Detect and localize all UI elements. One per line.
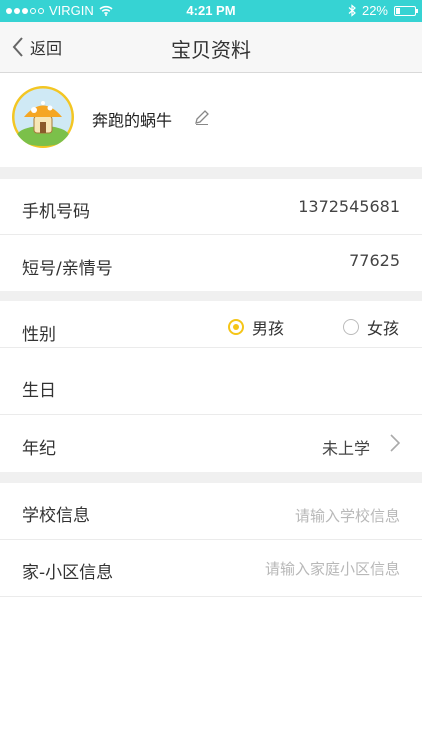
gender-option-boy[interactable]: 男孩 [228, 315, 284, 339]
gender-label: 性别 [22, 325, 56, 345]
community-input[interactable]: 请输入家庭小区信息 [265, 558, 400, 579]
avatar[interactable] [12, 86, 74, 148]
nickname: 奔跑的蜗牛 [92, 111, 173, 130]
gender-row: 性别 男孩 女孩 [0, 301, 422, 348]
section-divider [0, 472, 422, 483]
gender-option-label: 女孩 [367, 319, 400, 338]
status-right: 22% [348, 3, 418, 18]
battery-icon [394, 5, 418, 16]
birthday-row[interactable]: 生日 [0, 348, 422, 415]
gender-option-label: 男孩 [252, 319, 285, 338]
battery-percent: 22% [361, 3, 388, 18]
school-label: 学校信息 [22, 506, 90, 526]
gender-option-girl[interactable]: 女孩 [343, 315, 399, 339]
birthday-label: 生日 [22, 381, 56, 401]
section-divider [0, 291, 422, 301]
profile-header: 奔跑的蜗牛 [0, 73, 422, 167]
section-divider [0, 167, 422, 179]
grade-label: 年纪 [22, 439, 56, 459]
short-number-row[interactable]: 短号/亲情号 77625 [0, 235, 422, 291]
school-row[interactable]: 学校信息 请输入学校信息 [0, 483, 422, 540]
short-number-value: 77625 [349, 251, 400, 270]
radio-selected-icon [228, 319, 244, 335]
status-bar: VIRGIN 4:21 PM 22% [0, 0, 422, 22]
phone-label: 手机号码 [22, 202, 90, 222]
phone-value: 1372545681 [298, 197, 400, 216]
grade-row[interactable]: 年纪 未上学 [0, 415, 422, 472]
community-row[interactable]: 家-小区信息 请输入家庭小区信息 [0, 540, 422, 597]
chevron-right-icon [390, 434, 400, 452]
page-title: 宝贝资料 [171, 38, 251, 62]
community-label: 家-小区信息 [22, 563, 114, 583]
radio-unselected-icon [343, 319, 359, 335]
bluetooth-icon [348, 4, 356, 17]
pencil-icon[interactable] [193, 108, 211, 126]
school-input[interactable]: 请输入学校信息 [295, 505, 400, 526]
grade-value: 未上学 [321, 439, 370, 458]
nav-bar: 返回 宝贝资料 [0, 22, 422, 73]
short-number-label: 短号/亲情号 [22, 259, 113, 279]
phone-row[interactable]: 手机号码 1372545681 [0, 179, 422, 235]
